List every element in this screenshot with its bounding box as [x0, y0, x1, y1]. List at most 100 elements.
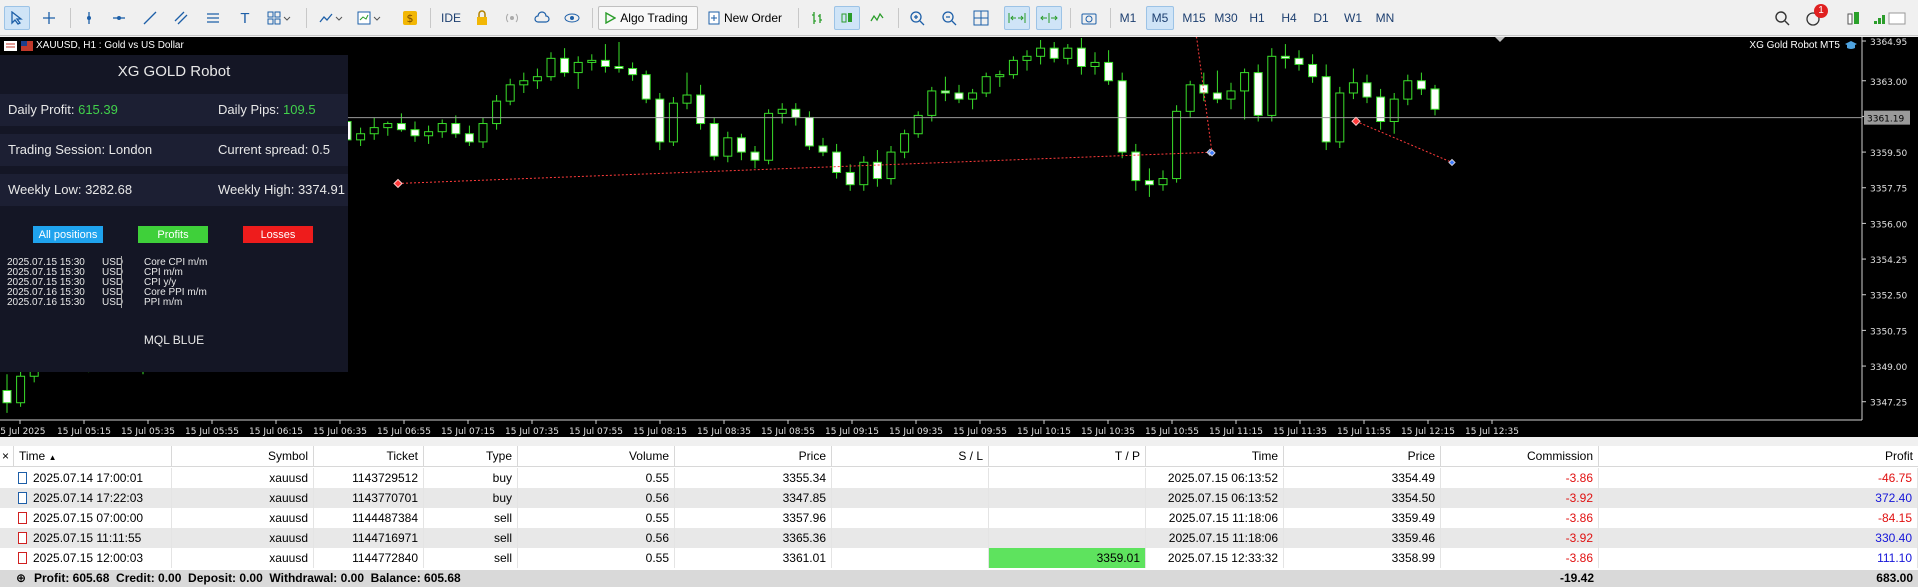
- table-row[interactable]: 2025.07.15 12:00:03 xauusd 1144772840 sell 0…: [0, 548, 1918, 568]
- candle-bear[interactable]: [791, 108, 801, 118]
- candle-bear[interactable]: [954, 92, 964, 100]
- candle-bull[interactable]: [587, 59, 597, 63]
- channel-button[interactable]: [168, 6, 194, 30]
- candle-bear[interactable]: [1294, 57, 1304, 65]
- candle-bear[interactable]: [600, 59, 610, 67]
- candle-bull[interactable]: [16, 375, 26, 404]
- zoom-in-button[interactable]: [904, 6, 930, 30]
- timeframe-d1[interactable]: D1: [1307, 6, 1335, 30]
- candle-bear[interactable]: [845, 171, 855, 186]
- table-row[interactable]: 2025.07.15 11:11:55 xauusd 1144716971 sell 0…: [0, 528, 1918, 548]
- candle-bull[interactable]: [573, 61, 583, 74]
- table-row[interactable]: 2025.07.14 17:00:01 xauusd 1143729512 buy 0.…: [0, 468, 1918, 488]
- trendline-button[interactable]: [137, 6, 163, 30]
- table-row[interactable]: 2025.07.15 07:00:00 xauusd 1144487384 sell 0…: [0, 508, 1918, 528]
- candle-bear[interactable]: [1076, 47, 1086, 67]
- losses-button[interactable]: Losses: [243, 226, 313, 243]
- market-button[interactable]: $: [398, 6, 422, 30]
- candle-bear[interactable]: [451, 123, 461, 135]
- candlestick-button[interactable]: [834, 6, 860, 30]
- indicators-button[interactable]: [314, 6, 348, 30]
- candle-bull[interactable]: [1226, 90, 1236, 100]
- notifications-button[interactable]: 1: [1800, 4, 1828, 30]
- all-positions-button[interactable]: All positions: [33, 226, 103, 243]
- candle-bull[interactable]: [1008, 59, 1018, 76]
- line-chart-button[interactable]: [864, 6, 890, 30]
- candle-bear[interactable]: [1253, 72, 1263, 116]
- candle-bear[interactable]: [804, 116, 814, 147]
- chart-menu-icon[interactable]: [4, 40, 18, 51]
- cursor-tool-button[interactable]: [4, 6, 30, 30]
- candle-bull[interactable]: [478, 123, 488, 143]
- col-close-time[interactable]: Time: [1146, 446, 1284, 467]
- col-price[interactable]: Price: [675, 446, 832, 467]
- candle-bull[interactable]: [1403, 80, 1413, 100]
- candle-bull[interactable]: [668, 102, 678, 143]
- candle-bull[interactable]: [927, 90, 937, 116]
- candle-bull[interactable]: [682, 94, 692, 104]
- timeframe-w1[interactable]: W1: [1339, 6, 1367, 30]
- candle-bear[interactable]: [1362, 82, 1372, 98]
- candle-bull[interactable]: [505, 84, 515, 102]
- candle-bull[interactable]: [1240, 72, 1250, 92]
- crosshair-tool-button[interactable]: [36, 6, 62, 30]
- screenshot-button[interactable]: [1076, 6, 1102, 30]
- templates-button[interactable]: [352, 6, 386, 30]
- candle-bear[interactable]: [1280, 55, 1290, 59]
- candle-bull[interactable]: [886, 151, 896, 180]
- shapes-button[interactable]: [262, 6, 296, 30]
- new-order-button[interactable]: New Order: [704, 6, 790, 30]
- candle-bear[interactable]: [396, 123, 406, 131]
- col-open-time[interactable]: Time ▲: [14, 446, 172, 467]
- candle-bear[interactable]: [1049, 47, 1059, 59]
- text-tool-button[interactable]: T: [232, 6, 258, 30]
- candle-bull[interactable]: [1172, 110, 1182, 180]
- price-chart[interactable]: 3364.953363.003361.253359.503357.753356.…: [0, 37, 1918, 437]
- candle-bear[interactable]: [655, 98, 665, 143]
- candle-bear[interactable]: [560, 57, 570, 74]
- candle-bear[interactable]: [1430, 88, 1440, 110]
- candle-bull[interactable]: [981, 76, 991, 94]
- tile-windows-button[interactable]: [968, 6, 994, 30]
- candle-bear[interactable]: [410, 129, 420, 137]
- candle-bull[interactable]: [900, 133, 910, 153]
- candle-bear[interactable]: [1321, 76, 1331, 143]
- col-tp[interactable]: T / P: [989, 446, 1146, 467]
- col-commission[interactable]: Commission: [1441, 446, 1599, 467]
- timeframe-m5[interactable]: M5: [1146, 6, 1174, 30]
- timeframe-m30[interactable]: M30: [1210, 6, 1242, 30]
- candle-bear[interactable]: [464, 133, 474, 143]
- timeframe-mn[interactable]: MN: [1370, 6, 1400, 30]
- candle-bull[interactable]: [1022, 55, 1032, 61]
- vps-button[interactable]: [560, 6, 584, 30]
- candle-bull[interactable]: [1036, 47, 1046, 57]
- candle-bear[interactable]: [818, 145, 828, 153]
- candle-bull[interactable]: [995, 74, 1005, 78]
- candle-bull[interactable]: [1348, 82, 1358, 94]
- candle-bear[interactable]: [1212, 92, 1222, 100]
- col-sl[interactable]: S / L: [832, 446, 989, 467]
- candle-bear[interactable]: [696, 94, 706, 125]
- candle-bull[interactable]: [1090, 61, 1100, 67]
- col-symbol[interactable]: Symbol: [172, 446, 314, 467]
- autoscroll-button[interactable]: [1004, 6, 1030, 30]
- candle-bull[interactable]: [383, 123, 393, 129]
- candle-bear[interactable]: [641, 74, 651, 100]
- ide-button[interactable]: IDE: [436, 6, 466, 30]
- search-button[interactable]: [1770, 6, 1794, 30]
- col-volume[interactable]: Volume: [518, 446, 675, 467]
- candle-bear[interactable]: [709, 123, 719, 157]
- zoom-out-button[interactable]: [936, 6, 962, 30]
- candle-bull[interactable]: [356, 133, 366, 141]
- candle-bull[interactable]: [968, 92, 978, 100]
- candle-bull[interactable]: [1063, 47, 1073, 59]
- candle-bull[interactable]: [764, 112, 774, 161]
- candle-bull[interactable]: [532, 76, 542, 82]
- candle-bull[interactable]: [437, 123, 447, 133]
- lock-button[interactable]: [470, 6, 494, 30]
- summary-expand-icon[interactable]: ⊕: [16, 570, 26, 587]
- candle-bear[interactable]: [2, 390, 12, 404]
- signal-button[interactable]: [500, 6, 524, 30]
- horizontal-line-button[interactable]: [106, 6, 132, 30]
- candle-bull[interactable]: [546, 57, 556, 78]
